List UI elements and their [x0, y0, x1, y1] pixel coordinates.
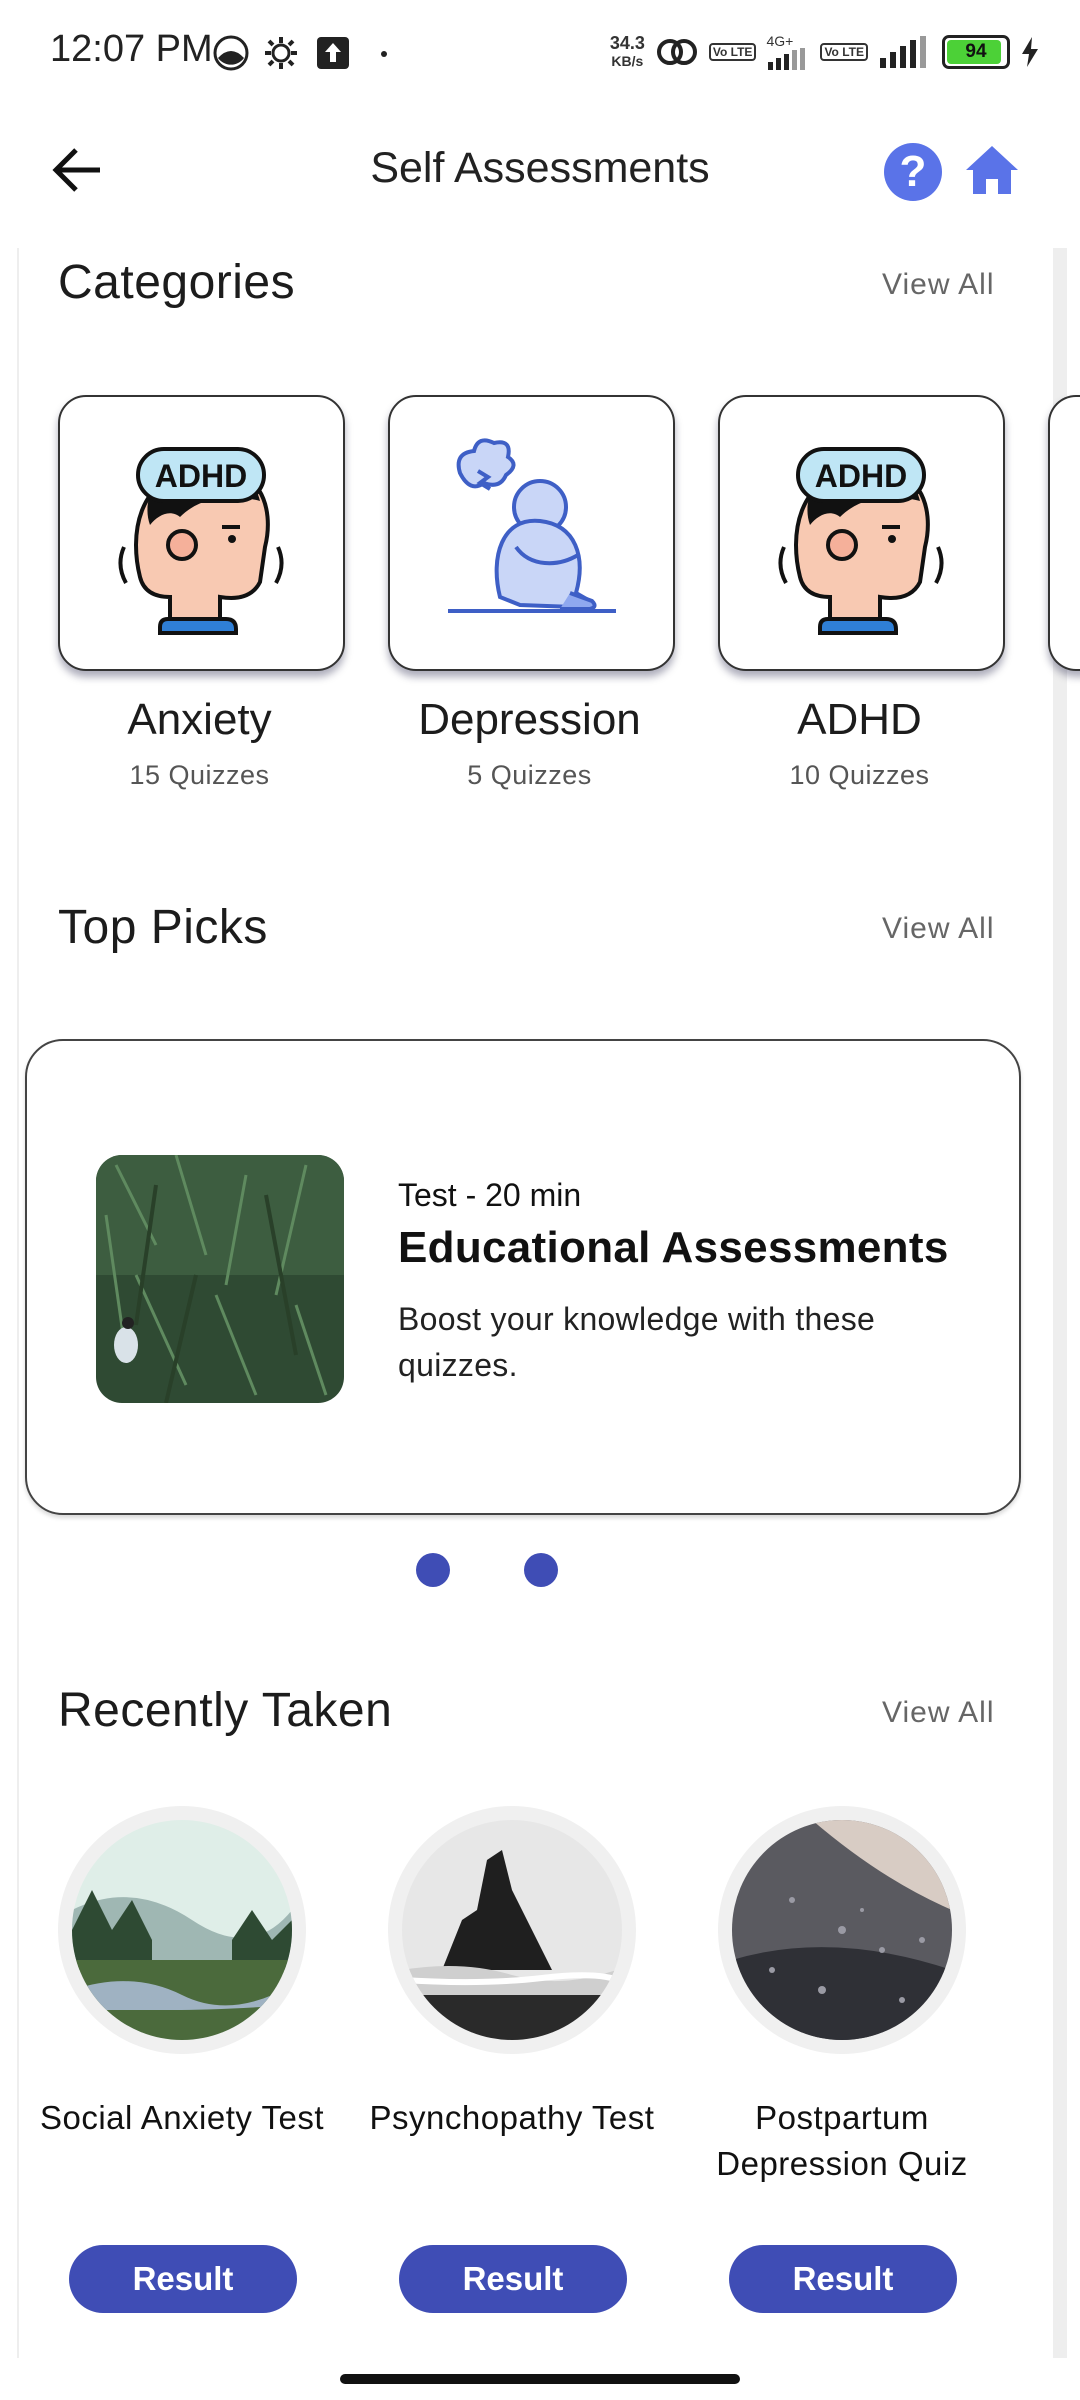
top-pick-meta: Test - 20 min: [398, 1177, 582, 1213]
category-card-anxiety[interactable]: ADHD: [58, 395, 345, 671]
signal-bars-2-icon: [880, 36, 926, 68]
rain-texture-photo: [732, 1820, 952, 2040]
recently-taken-title: Recently Taken: [58, 1684, 393, 1737]
charging-bolt-icon: [1022, 37, 1038, 67]
signal-bars-icon: [768, 48, 806, 70]
category-count: 15 Quizzes: [129, 760, 270, 790]
status-time: 12:07 PM: [50, 28, 213, 70]
forest-photo: [96, 1155, 344, 1403]
contrast-icon: [213, 35, 249, 71]
recently-taken-view-all[interactable]: View All: [882, 1696, 995, 1730]
svg-text:ADHD: ADHD: [155, 458, 247, 494]
recent-item-name: Psynchopathy Test: [369, 2099, 655, 2136]
category-name: ADHD: [797, 695, 922, 744]
categories-title: Categories: [58, 256, 296, 309]
top-picks-view-all[interactable]: View All: [882, 912, 995, 946]
category-count: 10 Quizzes: [789, 760, 930, 790]
carousel-dot-2[interactable]: [524, 1553, 558, 1587]
category-name: Anxiety: [127, 695, 272, 744]
landscape-photo: [72, 1820, 292, 2040]
battery-icon: 94: [942, 35, 1010, 69]
volte-badge: Vo LTE: [708, 43, 757, 61]
home-button[interactable]: [962, 140, 1022, 200]
category-count: 5 Quizzes: [467, 760, 592, 790]
category-card-partial[interactable]: [1048, 395, 1080, 671]
recent-item-name: Postpartum Depression Quiz: [716, 2099, 968, 2182]
recent-item-name: Social Anxiety Test: [39, 2099, 325, 2136]
category-card-adhd[interactable]: ADHD: [718, 395, 1005, 671]
help-button[interactable]: ?: [884, 143, 942, 201]
categories-view-all[interactable]: View All: [882, 268, 995, 302]
upload-icon: [317, 37, 349, 69]
result-button[interactable]: Result: [399, 2245, 627, 2313]
top-pick-description: Boost your knowledge with these quizzes.: [398, 1301, 876, 1383]
question-icon: ?: [899, 147, 927, 196]
sea-rocks-photo: [402, 1820, 622, 2040]
adhd-head-icon: ADHD: [118, 447, 284, 635]
svg-text:ADHD: ADHD: [815, 458, 907, 494]
home-icon: [966, 146, 1018, 194]
network-speed: 34.3 KB/s: [609, 33, 645, 69]
volte-badge-2: Vo LTE: [820, 43, 868, 61]
category-name: Depression: [418, 695, 641, 744]
notification-dot: [381, 51, 387, 57]
category-card-depression[interactable]: [388, 395, 675, 671]
settings-icon: [265, 37, 297, 69]
result-button[interactable]: Result: [69, 2245, 297, 2313]
hotspot-link-icon: [656, 39, 697, 65]
result-button[interactable]: Result: [729, 2245, 957, 2313]
home-indicator[interactable]: [340, 2374, 740, 2384]
adhd-head-icon: ADHD: [778, 447, 944, 635]
top-picks-title: Top Picks: [58, 901, 268, 954]
carousel-dot-1[interactable]: [416, 1553, 450, 1587]
status-indicators: 34.3 KB/s Vo LTE 4G+ Vo LTE 94: [610, 30, 1040, 74]
sad-person-icon: [448, 438, 616, 613]
mobile-data: 4G+: [766, 34, 810, 70]
top-pick-title: Educational Assessments: [398, 1223, 949, 1272]
